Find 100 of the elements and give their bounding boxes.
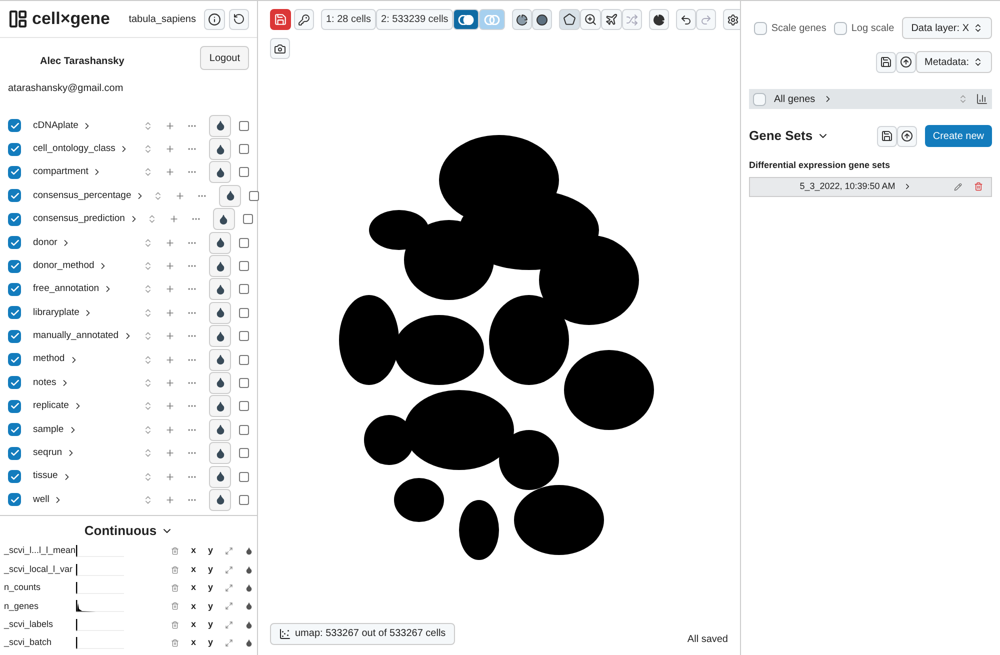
- sort-icon[interactable]: [958, 94, 968, 104]
- select-checkbox[interactable]: [239, 331, 249, 342]
- color-by-button[interactable]: [209, 114, 231, 137]
- upload-button[interactable]: [896, 52, 916, 72]
- color-by-button[interactable]: [209, 302, 231, 324]
- category-name[interactable]: consensus_percentage: [33, 188, 132, 203]
- x-button[interactable]: x: [190, 618, 196, 632]
- select-checkbox[interactable]: [239, 144, 249, 154]
- plus-icon[interactable]: [165, 284, 175, 294]
- select-checkbox[interactable]: [239, 424, 249, 435]
- droplet-icon[interactable]: [245, 602, 253, 610]
- metadata-select[interactable]: Metadata:: [916, 51, 992, 73]
- sort-icon[interactable]: [143, 144, 153, 154]
- select-checkbox[interactable]: [239, 354, 249, 365]
- sort-icon[interactable]: [143, 424, 153, 435]
- category-checkbox[interactable]: [8, 400, 21, 413]
- expand-icon[interactable]: [225, 584, 233, 592]
- zoom-tool[interactable]: [580, 9, 602, 30]
- category-checkbox[interactable]: [8, 446, 21, 460]
- y-button[interactable]: y: [208, 581, 213, 595]
- select-checkbox[interactable]: [239, 494, 249, 505]
- category-name[interactable]: consensus_prediction: [33, 212, 125, 226]
- category-name[interactable]: donor_method: [33, 258, 94, 274]
- category-name[interactable]: well: [33, 492, 50, 508]
- select-checkbox[interactable]: [239, 120, 249, 131]
- category-checkbox[interactable]: [8, 282, 21, 296]
- trash-icon[interactable]: [170, 602, 179, 610]
- sort-icon[interactable]: [143, 167, 153, 178]
- reset-button[interactable]: [229, 8, 249, 30]
- x-button[interactable]: x: [190, 581, 196, 595]
- plus-icon[interactable]: [168, 214, 179, 224]
- x-button[interactable]: x: [190, 636, 196, 650]
- droplet-icon[interactable]: [245, 584, 253, 592]
- color-by-button[interactable]: [209, 466, 231, 488]
- trash-icon[interactable]: [170, 639, 179, 648]
- color-by-button[interactable]: [209, 418, 231, 441]
- category-checkbox[interactable]: [8, 119, 21, 132]
- plus-icon[interactable]: [165, 401, 175, 412]
- category-checkbox[interactable]: [8, 330, 21, 343]
- expand-icon[interactable]: [225, 602, 233, 610]
- category-checkbox[interactable]: [8, 260, 21, 273]
- expand-icon[interactable]: [225, 547, 233, 556]
- color-legend-button[interactable]: [649, 9, 670, 30]
- color-by-button[interactable]: [209, 232, 231, 254]
- color-by-button[interactable]: [209, 255, 231, 278]
- select-checkbox[interactable]: [239, 472, 249, 482]
- category-name[interactable]: compartment: [33, 165, 88, 180]
- category-name[interactable]: libraryplate: [33, 306, 80, 320]
- scale-genes-checkbox[interactable]: [754, 22, 768, 34]
- color-by-button[interactable]: [209, 278, 231, 300]
- category-checkbox[interactable]: [8, 423, 21, 436]
- plus-icon[interactable]: [165, 378, 175, 388]
- category-name[interactable]: manually_annotated: [33, 329, 119, 344]
- category-checkbox[interactable]: [8, 166, 21, 179]
- droplet-icon[interactable]: [245, 566, 253, 574]
- color-by-button[interactable]: [219, 184, 242, 207]
- select-checkbox[interactable]: [249, 190, 260, 201]
- color-by-button[interactable]: [209, 325, 231, 348]
- category-name[interactable]: sample: [33, 422, 64, 437]
- plus-icon[interactable]: [165, 472, 175, 482]
- plus-icon[interactable]: [165, 331, 175, 342]
- gene-set-row[interactable]: 5_3_2022, 10:39:50 AM: [749, 176, 992, 196]
- trash-icon[interactable]: [170, 566, 179, 574]
- category-name[interactable]: replicate: [33, 399, 69, 414]
- venn-toggle[interactable]: [453, 9, 480, 30]
- cellset-button[interactable]: 2: 533239 cells: [376, 9, 454, 30]
- select-checkbox[interactable]: [239, 308, 249, 318]
- sort-icon[interactable]: [143, 238, 153, 248]
- scatter-points[interactable]: [339, 134, 654, 560]
- plus-icon[interactable]: [165, 167, 175, 178]
- sort-icon[interactable]: [143, 494, 153, 505]
- y-button[interactable]: y: [208, 600, 213, 614]
- color-by-button[interactable]: [209, 395, 231, 418]
- plus-icon[interactable]: [165, 308, 175, 318]
- plus-icon[interactable]: [165, 120, 175, 131]
- expand-icon[interactable]: [225, 566, 233, 574]
- trash-icon[interactable]: [974, 182, 983, 191]
- sort-icon[interactable]: [143, 472, 153, 482]
- plus-icon[interactable]: [165, 494, 175, 505]
- category-checkbox[interactable]: [8, 306, 21, 320]
- plus-icon[interactable]: [165, 144, 175, 154]
- sort-icon[interactable]: [143, 331, 153, 342]
- camera-button[interactable]: [270, 38, 290, 59]
- trash-icon[interactable]: [170, 584, 179, 592]
- expand-icon[interactable]: [225, 620, 233, 629]
- y-button[interactable]: y: [208, 618, 213, 632]
- pan-tool[interactable]: [601, 9, 622, 30]
- edit-icon[interactable]: [954, 182, 962, 190]
- select-checkbox[interactable]: [239, 238, 249, 248]
- category-checkbox[interactable]: [8, 353, 21, 366]
- venn-toggle[interactable]: [479, 9, 506, 30]
- gene-set-name[interactable]: 5_3_2022, 10:39:50 AM: [800, 180, 896, 194]
- all-genes-label[interactable]: All genes: [774, 92, 816, 106]
- cellset-button[interactable]: 1: 28 cells: [321, 9, 376, 30]
- sort-icon[interactable]: [143, 401, 153, 412]
- key-button[interactable]: [294, 9, 314, 30]
- upload-button[interactable]: [896, 126, 917, 146]
- plus-icon[interactable]: [165, 448, 175, 458]
- sort-icon[interactable]: [143, 378, 153, 388]
- select-checkbox[interactable]: [239, 448, 249, 458]
